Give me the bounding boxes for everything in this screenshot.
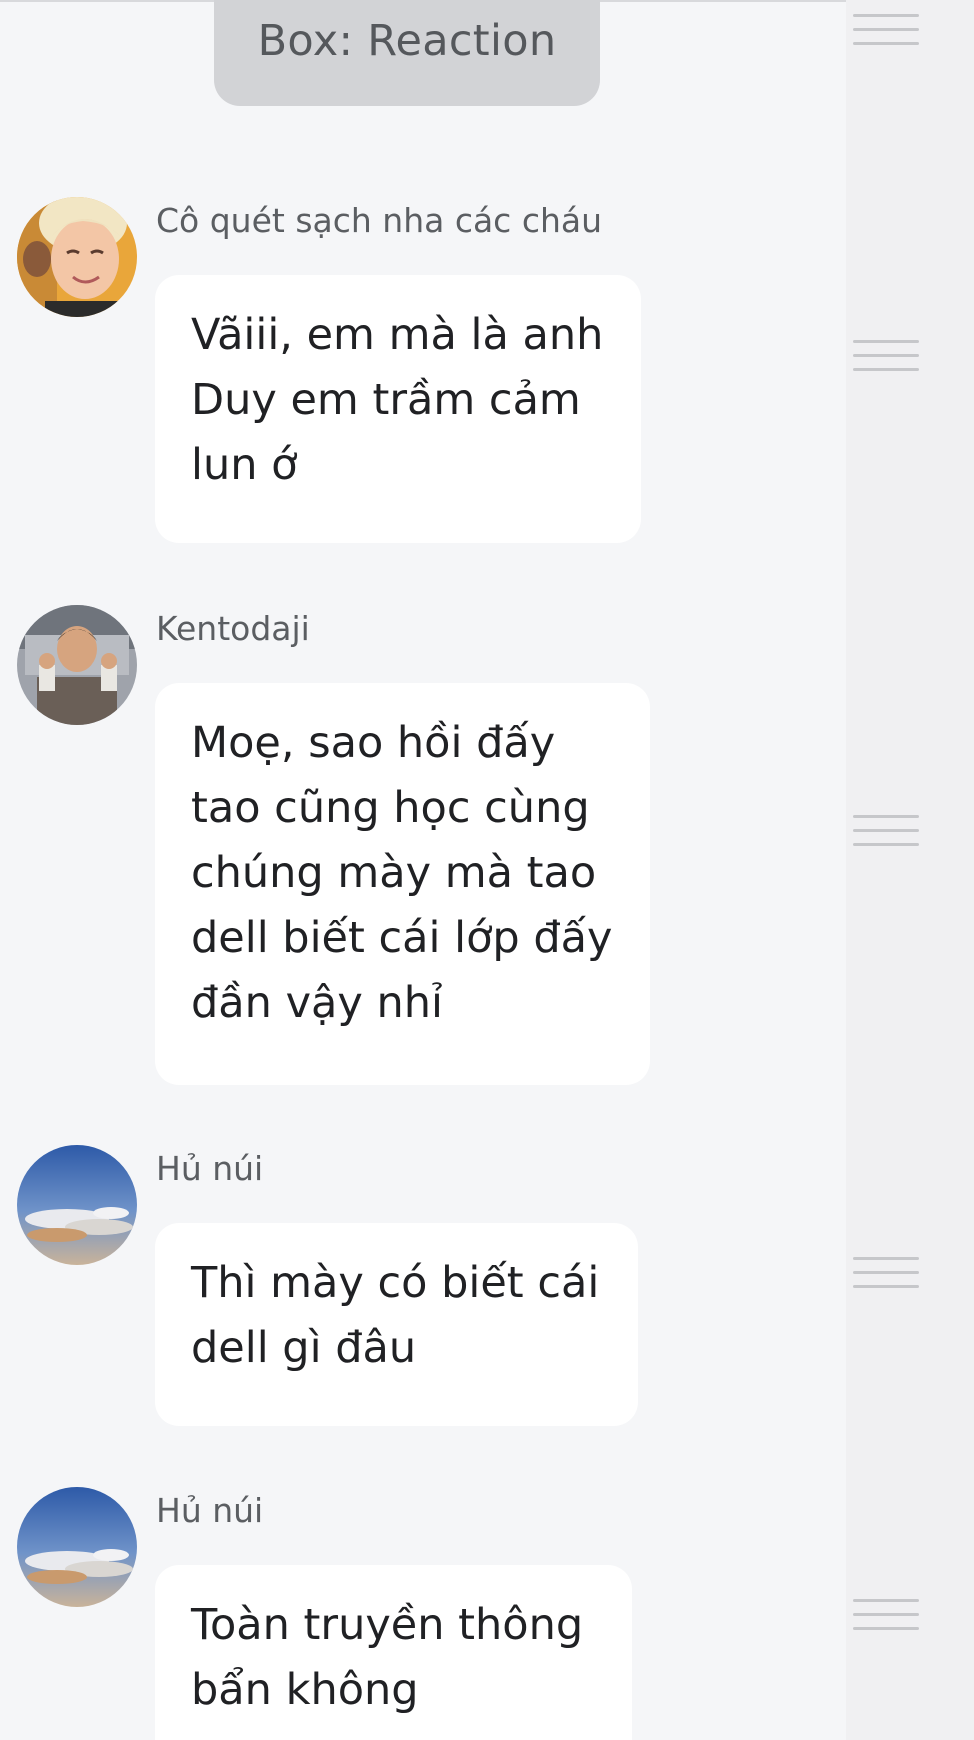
avatar[interactable]	[17, 605, 137, 725]
box-title-banner: Box: Reaction	[214, 0, 600, 106]
boy-holding-items-avatar-icon	[17, 605, 137, 725]
sky-clouds-avatar-icon	[17, 1145, 137, 1265]
chat-screen: Box: Reaction Cô quét sạch nha các cháu …	[0, 0, 974, 1740]
message-text: Vãiii, em mà là anh Duy em trầm cảm lun …	[191, 310, 604, 490]
sender-name: Hủ núi	[156, 1149, 264, 1188]
avatar[interactable]	[17, 1145, 137, 1265]
blonde-person-avatar-icon	[17, 197, 137, 317]
hamburger-menu-icon[interactable]	[853, 14, 919, 46]
message-bubble[interactable]: Moẹ, sao hồi đấy tao cũng học cùng chúng…	[155, 683, 650, 1085]
message-bubble[interactable]: Vãiii, em mà là anh Duy em trầm cảm lun …	[155, 275, 641, 543]
hamburger-menu-icon[interactable]	[853, 1599, 919, 1631]
message-text: Thì mày có biết cái dell gì đâu	[191, 1258, 600, 1373]
message-bubble[interactable]: Toàn truyền thông bẩn không	[155, 1565, 632, 1740]
avatar[interactable]	[17, 1487, 137, 1607]
message-text: Toàn truyền thông bẩn không	[191, 1600, 584, 1715]
message-text: Moẹ, sao hồi đấy tao cũng học cùng chúng…	[191, 718, 613, 1028]
hamburger-menu-icon[interactable]	[853, 815, 919, 847]
sender-name: Kentodaji	[156, 609, 310, 648]
sky-clouds-avatar-icon	[17, 1487, 137, 1607]
sender-name: Cô quét sạch nha các cháu	[156, 201, 603, 240]
box-title: Box: Reaction	[257, 16, 557, 66]
hamburger-menu-icon[interactable]	[853, 340, 919, 372]
avatar[interactable]	[17, 197, 137, 317]
right-rail	[846, 0, 974, 1740]
message-bubble[interactable]: Thì mày có biết cái dell gì đâu	[155, 1223, 638, 1426]
hamburger-menu-icon[interactable]	[853, 1257, 919, 1289]
sender-name: Hủ núi	[156, 1491, 264, 1530]
